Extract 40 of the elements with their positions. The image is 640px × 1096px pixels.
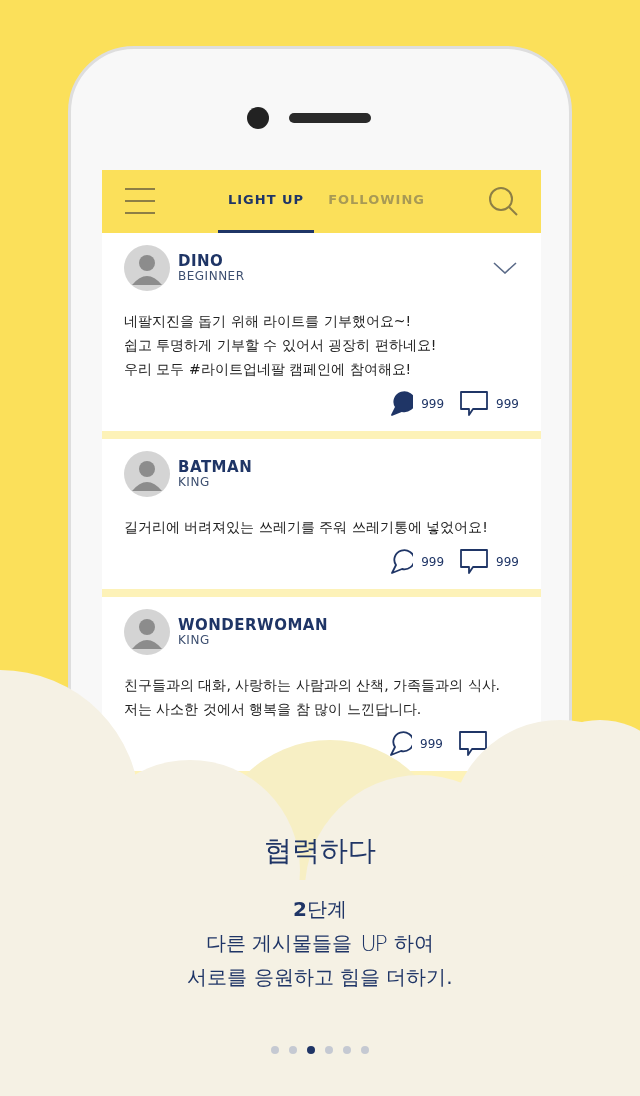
like-icon[interactable] bbox=[388, 731, 413, 757]
up-logo: UP bbox=[360, 929, 386, 958]
search-icon[interactable] bbox=[488, 186, 518, 216]
like-count: 999 bbox=[420, 736, 443, 753]
page-dot[interactable] bbox=[343, 1046, 351, 1054]
description-text: 하여 bbox=[393, 930, 434, 957]
step-label: 2단계 bbox=[292, 896, 348, 923]
page-dot[interactable] bbox=[325, 1046, 333, 1054]
speaker-icon bbox=[289, 113, 371, 123]
user-name[interactable]: BATMAN bbox=[178, 459, 253, 476]
avatar-icon bbox=[124, 245, 170, 291]
comment-icon[interactable] bbox=[460, 549, 489, 575]
menu-icon[interactable] bbox=[125, 188, 155, 214]
comment-icon[interactable] bbox=[459, 731, 487, 757]
post-text: 네팔지진을 돕기 위해 라이트를 기부했어요~! 쉽고 투명하게 기부할 수 있어서 굉장히 편하네요! 우리 모두 #라이트업네팔 캠페인에 참여해요! bbox=[124, 312, 438, 379]
user-name[interactable]: DINO bbox=[178, 253, 245, 270]
chevron-down-icon[interactable] bbox=[493, 262, 517, 274]
camera-icon bbox=[247, 107, 269, 129]
description-text: 다른 게시물들을 bbox=[206, 930, 353, 957]
like-icon[interactable] bbox=[389, 549, 414, 575]
page-dot[interactable] bbox=[289, 1046, 297, 1054]
page-dot[interactable] bbox=[361, 1046, 369, 1054]
like-count: 999 bbox=[421, 554, 445, 571]
comment-icon[interactable] bbox=[460, 391, 489, 417]
post-text: 길거리에 버려져있는 쓰레기를 주워 쓰레기통에 넣었어요! bbox=[124, 518, 489, 537]
comment-count: 999 bbox=[496, 554, 519, 571]
user-level: KING bbox=[178, 475, 211, 489]
onboarding-title: 협력하다 bbox=[263, 833, 377, 869]
like-icon[interactable] bbox=[389, 391, 414, 417]
comment-count: 999 bbox=[496, 396, 519, 413]
user-level: BEGINNER bbox=[178, 269, 245, 283]
avatar-icon bbox=[124, 451, 170, 497]
like-count: 999 bbox=[421, 396, 445, 413]
user-level: KING bbox=[178, 633, 211, 647]
description-text: 서로를 응원하고 힘을 더하기. bbox=[186, 964, 454, 991]
avatar-icon bbox=[124, 609, 170, 655]
user-name[interactable]: WONDERWOMAN bbox=[178, 617, 328, 634]
page-dot[interactable] bbox=[271, 1046, 279, 1054]
page-dot[interactable] bbox=[307, 1046, 315, 1054]
post-text: 친구들과의 대화, 사랑하는 사람과의 산책, 가족들과의 식사. 저는 사소한 것에서 행복을 참 많이 느낀답니다. bbox=[124, 676, 502, 719]
